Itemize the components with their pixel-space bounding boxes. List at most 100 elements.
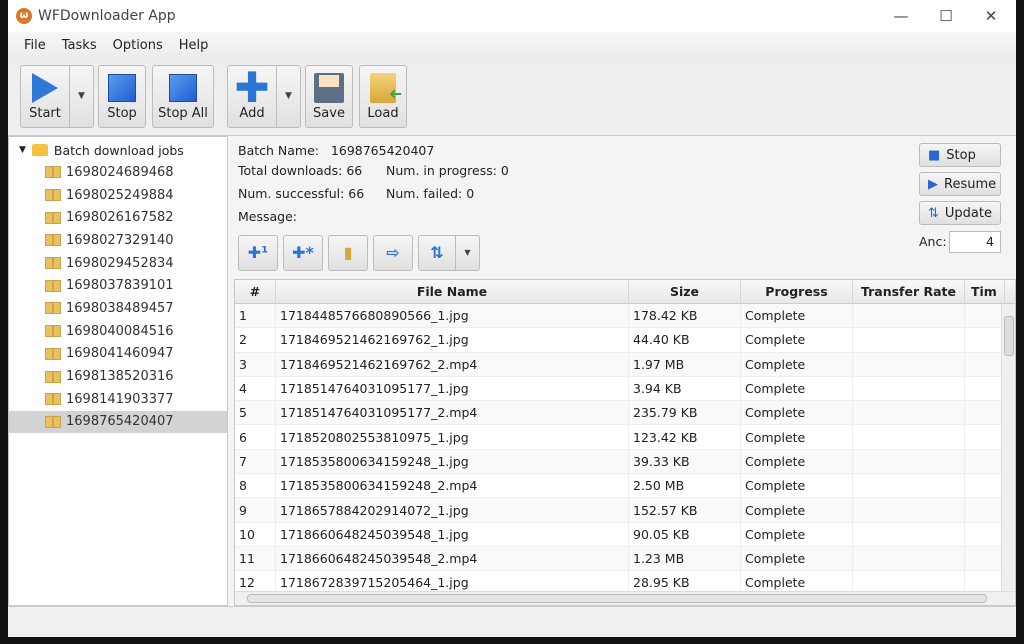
- tree-root[interactable]: ▼ Batch download jobs: [9, 139, 227, 161]
- stop-button[interactable]: Stop: [98, 65, 146, 128]
- col-transfer-rate[interactable]: Transfer Rate: [853, 280, 965, 303]
- save-button[interactable]: Save: [305, 65, 353, 128]
- row-size: 235.79 KB: [629, 401, 741, 425]
- failed-value: 0: [466, 186, 475, 201]
- row-size: 90.05 KB: [629, 522, 741, 546]
- row-time: [965, 328, 1005, 352]
- tree-item[interactable]: 1698040084516: [9, 320, 227, 343]
- table-row[interactable]: 3 1718469521462169762_2.mp4 1.97 MB Complet…: [235, 352, 1015, 377]
- start-dropdown[interactable]: ▼: [70, 65, 94, 128]
- stop-all-button[interactable]: Stop All: [152, 65, 214, 128]
- batch-stop-button[interactable]: ■ Stop: [919, 143, 1001, 167]
- row-transfer-rate: [853, 498, 965, 522]
- tree-item[interactable]: 1698037839101: [9, 274, 227, 297]
- expand-triangle-icon[interactable]: ▼: [19, 145, 26, 155]
- row-transfer-rate: [853, 474, 965, 498]
- table-row[interactable]: 9 1718657884202914072_1.jpg 152.57 KB Compl…: [235, 498, 1015, 523]
- col-progress[interactable]: Progress: [741, 280, 853, 303]
- add-dropdown[interactable]: ▼: [277, 65, 301, 128]
- horizontal-scrollbar[interactable]: [235, 591, 1015, 605]
- row-number: 5: [235, 401, 276, 425]
- menu-tasks[interactable]: Tasks: [54, 38, 105, 53]
- menu-help[interactable]: Help: [171, 38, 217, 53]
- message-label: Message:: [238, 209, 297, 224]
- close-button[interactable]: ✕: [968, 0, 1014, 32]
- row-time: [965, 449, 1005, 474]
- load-button[interactable]: Load: [359, 65, 407, 128]
- menu-file[interactable]: File: [16, 38, 54, 53]
- menu-options[interactable]: Options: [105, 38, 171, 53]
- refresh-button[interactable]: ⇅: [418, 235, 456, 271]
- col-number[interactable]: #: [235, 280, 276, 303]
- table-row[interactable]: 2 1718469521462169762_1.jpg 44.40 KB Comple…: [235, 328, 1015, 353]
- anc-input[interactable]: 4: [949, 231, 1001, 253]
- table-row[interactable]: 7 1718535800634159248_1.jpg 39.33 KB Comple…: [235, 449, 1015, 475]
- row-transfer-rate: [853, 522, 965, 546]
- refresh-dropdown[interactable]: ▼: [456, 235, 480, 271]
- row-file-name: 1718535800634159248_2.mp4: [276, 474, 629, 498]
- table-row[interactable]: 8 1718535800634159248_2.mp4 2.50 MB Complet…: [235, 474, 1015, 499]
- tree-item[interactable]: 1698029452834: [9, 252, 227, 275]
- row-file-name: 1718514764031095177_1.jpg: [276, 376, 629, 401]
- row-progress: Complete: [741, 304, 853, 328]
- tree-item[interactable]: 1698024689468: [9, 161, 227, 184]
- batch-update-button[interactable]: ⇅ Update: [919, 201, 1001, 225]
- tree-item[interactable]: 1698138520316: [9, 365, 227, 388]
- load-label: Load: [367, 106, 399, 121]
- row-time: [965, 546, 1005, 571]
- table-row[interactable]: 5 1718514764031095177_2.mp4 235.79 KB Compl…: [235, 401, 1015, 426]
- start-button[interactable]: Start: [20, 65, 70, 128]
- vertical-scroll-thumb[interactable]: [1004, 316, 1014, 356]
- row-progress: Complete: [741, 328, 853, 352]
- row-time: [965, 401, 1005, 425]
- table-row[interactable]: 6 1718520802553810975_1.jpg 123.42 KB Compl…: [235, 425, 1015, 450]
- horizontal-scroll-thumb[interactable]: [247, 594, 987, 603]
- in-progress-label: Num. in progress:: [386, 163, 497, 178]
- minimize-button[interactable]: —: [878, 0, 924, 32]
- package-icon: [45, 279, 61, 292]
- tree-item[interactable]: 1698765420407: [9, 410, 227, 434]
- row-time: [965, 376, 1005, 401]
- tree-item[interactable]: 1698027329140: [9, 229, 227, 252]
- tree-item[interactable]: 1698025249884: [9, 184, 227, 207]
- table-row[interactable]: 10 1718660648245039548_1.jpg 90.05 KB Compl…: [235, 522, 1015, 547]
- tree-item[interactable]: 1698038489457: [9, 297, 227, 320]
- row-transfer-rate: [853, 376, 965, 401]
- col-time[interactable]: Tim: [965, 280, 1005, 303]
- batch-resume-button[interactable]: ▶ Resume: [919, 172, 1001, 196]
- export-button[interactable]: ⇨: [373, 235, 413, 271]
- plus-icon: ✚: [234, 63, 270, 112]
- tree-item[interactable]: 1698026167582: [9, 206, 227, 229]
- package-icon: [45, 211, 61, 224]
- table-row[interactable]: 11 1718660648245039548_2.mp4 1.23 MB Comple…: [235, 546, 1015, 572]
- row-transfer-rate: [853, 328, 965, 352]
- row-number: 11: [235, 546, 276, 571]
- tree-item-label: 1698027329140: [66, 232, 174, 248]
- package-icon: [45, 370, 61, 383]
- add-one-button[interactable]: ✚¹: [238, 235, 278, 271]
- package-icon: [45, 257, 61, 270]
- package-icon: [45, 325, 61, 338]
- maximize-button[interactable]: ☐: [923, 0, 969, 32]
- row-progress: Complete: [741, 522, 853, 546]
- table-row[interactable]: 1 1718448576680890566_1.jpg 178.42 KB Compl…: [235, 304, 1015, 329]
- open-folder-button[interactable]: ▮: [328, 235, 368, 271]
- stop-icon: ■: [928, 147, 941, 163]
- table-row[interactable]: 4 1718514764031095177_1.jpg 3.94 KB Complet…: [235, 376, 1015, 402]
- add-button[interactable]: ✚ Add: [227, 65, 277, 128]
- stop-all-label: Stop All: [158, 106, 208, 121]
- batch-name-value: 1698765420407: [330, 143, 435, 158]
- vertical-scrollbar[interactable]: [1001, 304, 1015, 592]
- col-size[interactable]: Size: [629, 280, 741, 303]
- tree-item[interactable]: 1698041460947: [9, 343, 227, 366]
- batch-tree: ▼ Batch download jobs 1698024689468 16980…: [8, 136, 228, 606]
- package-icon: [45, 393, 61, 406]
- app-logo-icon: ω: [16, 8, 32, 24]
- tree-item-label: 1698041460947: [66, 346, 174, 362]
- add-one-icon: ✚¹: [247, 243, 269, 262]
- tree-item[interactable]: 1698141903377: [9, 388, 227, 411]
- tree-item-label: 1698038489457: [66, 300, 174, 316]
- add-many-button[interactable]: ✚*: [283, 235, 323, 271]
- row-file-name: 1718535800634159248_1.jpg: [276, 449, 629, 474]
- col-file-name[interactable]: File Name: [276, 280, 629, 303]
